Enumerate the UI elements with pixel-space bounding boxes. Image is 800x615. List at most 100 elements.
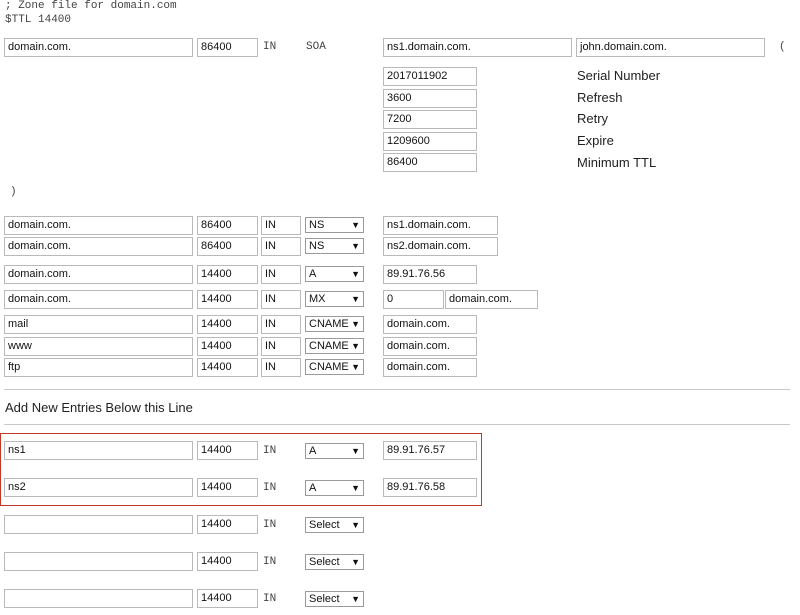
record-type-select[interactable]: MX ▼ (305, 291, 364, 307)
record-value-input[interactable]: 89.91.76.56 (383, 265, 477, 284)
new-entry-name-input[interactable]: ns1 (4, 441, 193, 460)
new-entry-ttl-input[interactable]: 14400 (197, 589, 258, 608)
record-ttl-input[interactable]: 14400 (197, 337, 258, 356)
new-entry-value-input[interactable]: 89.91.76.58 (383, 478, 477, 497)
new-entry-type-value: A (309, 482, 317, 494)
record-class-input[interactable]: IN (261, 358, 301, 377)
new-entry-type-select[interactable]: A ▼ (305, 443, 364, 459)
dropdown-arrow-icon: ▼ (351, 341, 360, 351)
divider (4, 424, 790, 425)
soa-name-input[interactable]: domain.com. (4, 38, 193, 57)
new-entry-class-label: IN (263, 593, 277, 605)
new-entry-ttl-input[interactable]: 14400 (197, 441, 258, 460)
record-value-input[interactable]: domain.com. (383, 315, 477, 334)
new-entry-ttl-input[interactable]: 14400 (197, 478, 258, 497)
soa-serial-label: Serial Number (577, 68, 661, 83)
record-type-value: CNAME (309, 361, 349, 373)
record-value-input[interactable]: domain.com. (383, 337, 477, 356)
record-name-input[interactable]: domain.com. (4, 290, 193, 309)
record-class-input[interactable]: IN (261, 237, 301, 256)
record-type-value: CNAME (309, 340, 349, 352)
dropdown-arrow-icon: ▼ (351, 594, 360, 604)
dropdown-arrow-icon: ▼ (351, 520, 360, 530)
new-entry-ttl-input[interactable]: 14400 (197, 515, 258, 534)
soa-expire-label: Expire (577, 133, 614, 148)
new-entry-name-input[interactable] (4, 589, 193, 608)
new-entry-type-value: Select (309, 556, 340, 568)
new-entry-type-select[interactable]: Select ▼ (305, 517, 364, 533)
dropdown-arrow-icon: ▼ (351, 483, 360, 493)
record-type-value: MX (309, 293, 326, 305)
soa-primary-ns-input[interactable]: ns1.domain.com. (383, 38, 572, 57)
soa-serial-input[interactable]: 2017011902 (383, 67, 477, 86)
record-type-value: NS (309, 219, 325, 231)
record-ttl-input[interactable]: 86400 (197, 216, 258, 235)
record-type-value: NS (309, 240, 325, 252)
record-type-select[interactable]: NS ▼ (305, 217, 364, 233)
record-class-input[interactable]: IN (261, 315, 301, 334)
record-type-select[interactable]: CNAME ▼ (305, 338, 364, 354)
soa-minttl-input[interactable]: 86400 (383, 153, 477, 172)
soa-minttl-label: Minimum TTL (577, 155, 657, 170)
dropdown-arrow-icon: ▼ (351, 294, 360, 304)
divider (4, 389, 790, 390)
soa-class-label: IN (263, 41, 277, 53)
record-priority-input[interactable]: 0 (383, 290, 444, 309)
soa-retry-input[interactable]: 7200 (383, 110, 477, 129)
new-entry-type-value: A (309, 445, 317, 457)
record-value-input[interactable]: ns2.domain.com. (383, 237, 498, 256)
record-name-input[interactable]: mail (4, 315, 193, 334)
dropdown-arrow-icon: ▼ (351, 241, 360, 251)
record-class-input[interactable]: IN (261, 216, 301, 235)
soa-admin-input[interactable]: john.domain.com. (576, 38, 765, 57)
new-entry-name-input[interactable]: ns2 (4, 478, 193, 497)
new-entry-type-select[interactable]: Select ▼ (305, 554, 364, 570)
record-ttl-input[interactable]: 86400 (197, 237, 258, 256)
new-entry-name-input[interactable] (4, 552, 193, 571)
record-class-input[interactable]: IN (261, 265, 301, 284)
record-class-input[interactable]: IN (261, 337, 301, 356)
new-entry-value-input[interactable]: 89.91.76.57 (383, 441, 477, 460)
record-type-select[interactable]: NS ▼ (305, 238, 364, 254)
ttl-directive: $TTL 14400 (5, 14, 72, 26)
soa-retry-label: Retry (577, 111, 609, 126)
record-value-input[interactable]: domain.com. (445, 290, 538, 309)
new-entry-type-value: Select (309, 519, 340, 531)
new-entry-type-select[interactable]: A ▼ (305, 480, 364, 496)
soa-refresh-label: Refresh (577, 90, 623, 105)
record-type-value: A (309, 268, 317, 280)
new-entry-ttl-input[interactable]: 14400 (197, 552, 258, 571)
soa-expire-input[interactable]: 1209600 (383, 132, 477, 151)
new-entry-class-label: IN (263, 445, 277, 457)
record-type-select[interactable]: CNAME ▼ (305, 316, 364, 332)
dropdown-arrow-icon: ▼ (351, 269, 360, 279)
record-ttl-input[interactable]: 14400 (197, 290, 258, 309)
record-name-input[interactable]: www (4, 337, 193, 356)
record-class-input[interactable]: IN (261, 290, 301, 309)
record-type-select[interactable]: A ▼ (305, 266, 364, 282)
record-value-input[interactable]: domain.com. (383, 358, 477, 377)
record-value-input[interactable]: ns1.domain.com. (383, 216, 498, 235)
record-name-input[interactable]: ftp (4, 358, 193, 377)
record-type-select[interactable]: CNAME ▼ (305, 359, 364, 375)
record-ttl-input[interactable]: 14400 (197, 358, 258, 377)
record-ttl-input[interactable]: 14400 (197, 315, 258, 334)
new-entry-class-label: IN (263, 519, 277, 531)
soa-ttl-input[interactable]: 86400 (197, 38, 258, 57)
record-name-input[interactable]: domain.com. (4, 265, 193, 284)
record-type-value: CNAME (309, 318, 349, 330)
new-entries-heading: Add New Entries Below this Line (5, 400, 193, 415)
dropdown-arrow-icon: ▼ (351, 319, 360, 329)
record-name-input[interactable]: domain.com. (4, 237, 193, 256)
dropdown-arrow-icon: ▼ (351, 446, 360, 456)
new-entry-name-input[interactable] (4, 515, 193, 534)
record-ttl-input[interactable]: 14400 (197, 265, 258, 284)
new-entry-type-select[interactable]: Select ▼ (305, 591, 364, 607)
new-entry-type-value: Select (309, 593, 340, 605)
record-name-input[interactable]: domain.com. (4, 216, 193, 235)
zone-comment: ; Zone file for domain.com (5, 0, 177, 12)
dropdown-arrow-icon: ▼ (351, 362, 360, 372)
soa-close-paren: ) (10, 186, 17, 198)
soa-refresh-input[interactable]: 3600 (383, 89, 477, 108)
soa-type-label: SOA (306, 41, 326, 53)
